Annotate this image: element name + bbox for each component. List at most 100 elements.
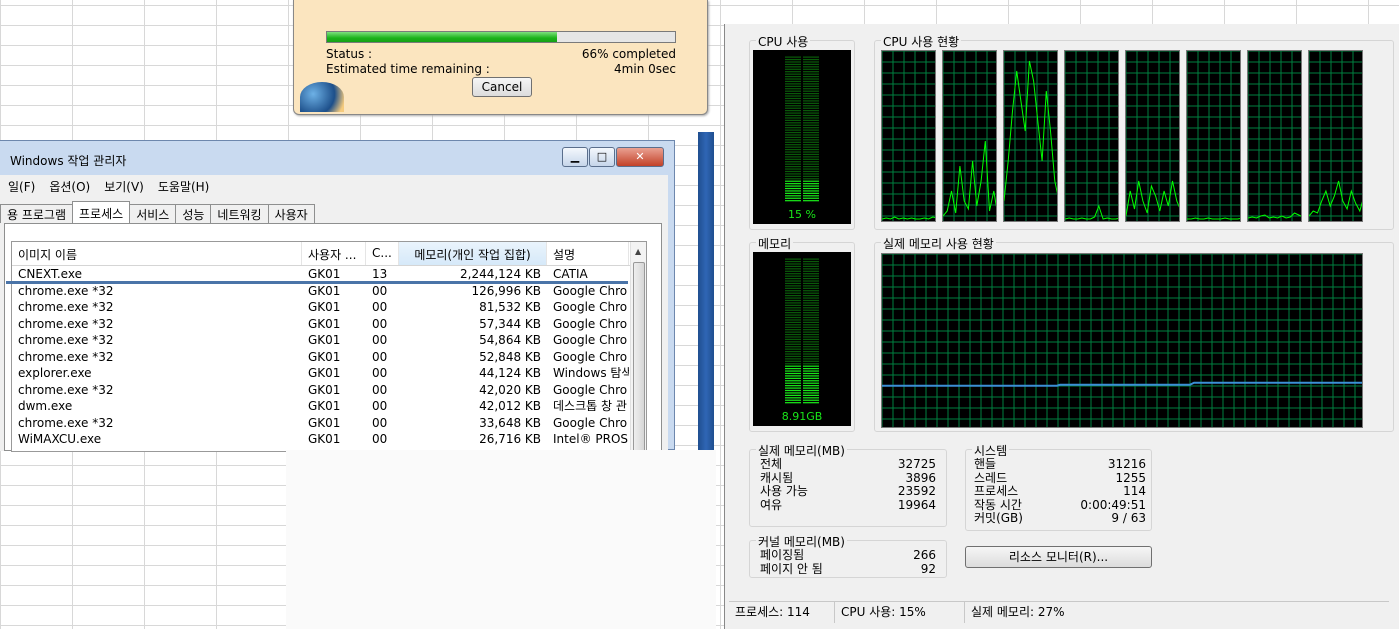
tab-performance[interactable]: 성능 <box>175 204 212 223</box>
task-manager-client: 일(F) 옵션(O) 보기(V) 도움말(H) 용 프로그램 프로세스 서비스 … <box>0 175 668 452</box>
table-row[interactable]: chrome.exe *32 GK01 00 52,848 KB Google Chro <box>12 349 646 366</box>
meter-segment <box>803 297 819 299</box>
meter-segment <box>803 355 819 358</box>
tab-strip: 용 프로그램 프로세스 서비스 성능 네트워킹 사용자 <box>0 201 315 224</box>
menu-options[interactable]: 옵션(O) <box>49 178 90 196</box>
stat-label: 페이지 안 됨 <box>760 561 823 576</box>
vertical-scrollbar[interactable]: ▲ <box>630 242 646 451</box>
close-icon[interactable]: ✕ <box>616 147 664 167</box>
table-cell: chrome.exe *32 <box>18 283 114 298</box>
meter-segment <box>785 368 801 370</box>
resource-monitor-button[interactable]: 리소스 모니터(R)... <box>965 546 1152 568</box>
meter-segment <box>803 375 819 377</box>
header-description[interactable]: 설명 <box>547 242 629 265</box>
table-cell: chrome.exe *32 <box>18 300 114 314</box>
meter-segment <box>785 185 801 187</box>
meter-segment <box>803 93 819 95</box>
meter-segment <box>803 122 819 124</box>
meter-segment <box>785 56 801 58</box>
meter-segment <box>803 268 819 270</box>
menu-view[interactable]: 보기(V) <box>104 178 144 196</box>
table-cell: chrome.exe *32 <box>18 382 114 397</box>
table-cell: GK01 <box>308 333 341 347</box>
tab-applications[interactable]: 용 프로그램 <box>0 204 74 223</box>
tab-processes[interactable]: 프로세스 <box>72 201 131 223</box>
table-cell: Intel® PROS <box>553 432 629 446</box>
meter-segment <box>803 270 819 272</box>
meter-segment <box>785 170 801 173</box>
table-cell: Google Chro <box>553 283 628 298</box>
meter-segment <box>785 63 801 66</box>
header-memory[interactable]: 메모리(개인 작업 집합) <box>399 242 547 265</box>
tab-users[interactable]: 사용자 <box>267 204 315 223</box>
meter-segment <box>785 350 801 353</box>
meter-segment <box>785 112 801 114</box>
memory-history-caption: 실제 메모리 사용 현황 <box>881 235 996 252</box>
meter-segment <box>803 382 819 384</box>
meter-segment <box>785 119 801 121</box>
meter-segment <box>785 146 801 148</box>
meter-segment <box>785 336 801 338</box>
table-row[interactable]: chrome.exe *32 GK01 00 42,020 KB Google Chro <box>12 382 646 399</box>
memory-history-graph <box>881 253 1363 428</box>
table-cell: Google Chro <box>553 349 628 364</box>
header-image-name[interactable]: 이미지 이름 <box>12 242 302 265</box>
table-row[interactable]: dwm.exe GK01 00 42,012 KB 데스크톱 창 관 <box>12 398 646 415</box>
meter-segment <box>785 275 801 277</box>
meter-segment <box>803 163 819 165</box>
stat-row: 작동 시간 0:00:49:51 <box>974 498 1146 513</box>
menu-help[interactable]: 도움말(H) <box>158 178 210 196</box>
maximize-icon[interactable]: □ <box>589 147 615 167</box>
meter-segment <box>785 190 801 192</box>
meter-segment <box>785 107 801 109</box>
meter-segment <box>803 153 819 156</box>
cpu-core-graph <box>1003 50 1058 222</box>
table-row[interactable]: chrome.exe *32 GK01 00 54,864 KB Google Chro <box>12 332 646 349</box>
task-manager-window: Windows 작업 관리자 ▁ □ ✕ 일(F) 옵션(O) 보기(V) 도움… <box>0 140 675 452</box>
table-cell: 00 <box>372 382 388 397</box>
meter-segment <box>785 304 801 306</box>
meter-segment <box>785 358 801 360</box>
table-cell: 00 <box>372 283 388 298</box>
meter-segment <box>803 312 819 314</box>
scroll-up-icon[interactable]: ▲ <box>635 247 641 256</box>
meter-segment <box>803 265 819 268</box>
stat-value: 3896 <box>905 470 936 485</box>
table-row[interactable]: chrome.exe *32 GK01 00 126,996 KB Google Chr… <box>12 283 646 300</box>
table-row[interactable]: chrome.exe *32 GK01 00 57,344 KB Google Chro <box>12 316 646 333</box>
meter-segment <box>785 83 801 85</box>
meter-segment <box>803 112 819 114</box>
meter-segment <box>785 197 801 199</box>
minimize-icon[interactable]: ▁ <box>562 147 588 167</box>
meter-segment <box>785 282 801 285</box>
physical-memory-group: 실제 메모리(MB) 전체 32725 캐시됨 3896 사용 가능 23592 여유 199… <box>749 442 947 527</box>
meter-segment <box>803 151 819 153</box>
table-row[interactable]: chrome.exe *32 GK01 00 33,648 KB Google Chro <box>12 415 646 432</box>
meter-segment <box>785 389 801 392</box>
header-user[interactable]: 사용자 ... <box>302 242 366 265</box>
table-row[interactable]: WiMAXCU.exe GK01 00 26,716 KB Intel® PROS <box>12 431 646 448</box>
header-cpu[interactable]: C... <box>366 242 399 265</box>
cancel-button[interactable]: Cancel <box>472 77 532 97</box>
menu-file[interactable]: 일(F) <box>8 178 35 196</box>
table-cell: chrome.exe *32 <box>18 349 114 364</box>
table-cell: 42,020 KB <box>479 382 541 397</box>
table-row[interactable]: explorer.exe GK01 00 44,124 KB Windows 탐색 <box>12 365 646 382</box>
progress-bar <box>326 31 676 43</box>
meter-segment <box>803 63 819 66</box>
meter-segment <box>803 292 819 294</box>
process-list[interactable]: 이미지 이름 사용자 ... C... 메모리(개인 작업 집합) 설명 CNE… <box>11 241 647 452</box>
tab-services[interactable]: 서비스 <box>129 204 177 223</box>
meter-segment <box>785 387 801 389</box>
cpu-history-caption: CPU 사용 현황 <box>881 33 962 50</box>
meter-segment <box>785 287 801 289</box>
meter-value: 15 % <box>788 208 816 221</box>
meter-segment <box>785 285 801 287</box>
meter-segment <box>785 326 801 328</box>
meter-segment <box>803 139 819 141</box>
table-cell: Google Chro <box>553 333 628 347</box>
tab-networking[interactable]: 네트워킹 <box>210 204 269 223</box>
table-row[interactable]: chrome.exe *32 GK01 00 81,532 KB Google Chro <box>12 299 646 316</box>
scroll-thumb[interactable] <box>633 262 645 451</box>
meter-segment <box>785 316 801 319</box>
